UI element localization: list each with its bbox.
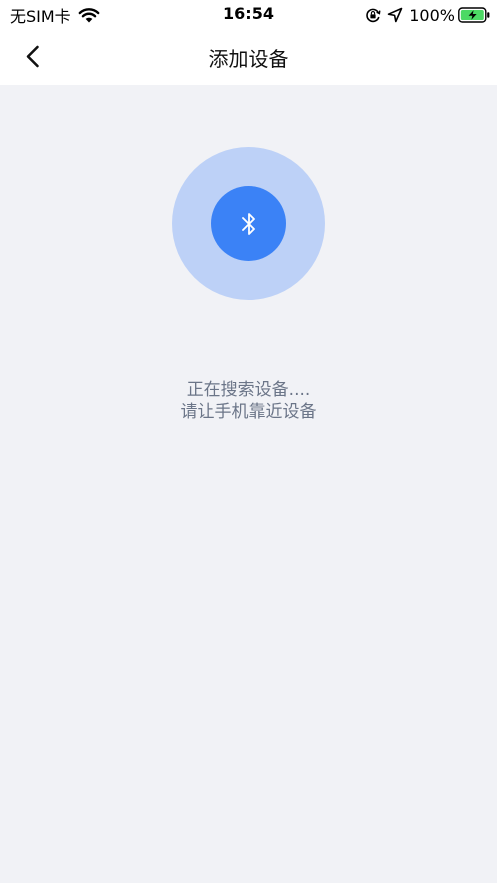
proximity-hint-text: 请让手机靠近设备: [180, 402, 317, 422]
bluetooth-scan-button[interactable]: [211, 186, 286, 261]
orientation-lock-icon: [366, 8, 381, 23]
battery-charging-icon: [458, 7, 490, 23]
status-bar: 无SIM卡 16:54 100%: [0, 0, 497, 30]
scan-pulse-ring: [172, 147, 325, 300]
bluetooth-icon: [242, 213, 255, 235]
nav-bar: 添加设备: [0, 30, 497, 85]
location-arrow-icon: [387, 7, 403, 23]
page-title: 添加设备: [208, 47, 289, 71]
status-right: 100%: [365, 5, 490, 25]
battery-percent: 100%: [409, 5, 455, 25]
